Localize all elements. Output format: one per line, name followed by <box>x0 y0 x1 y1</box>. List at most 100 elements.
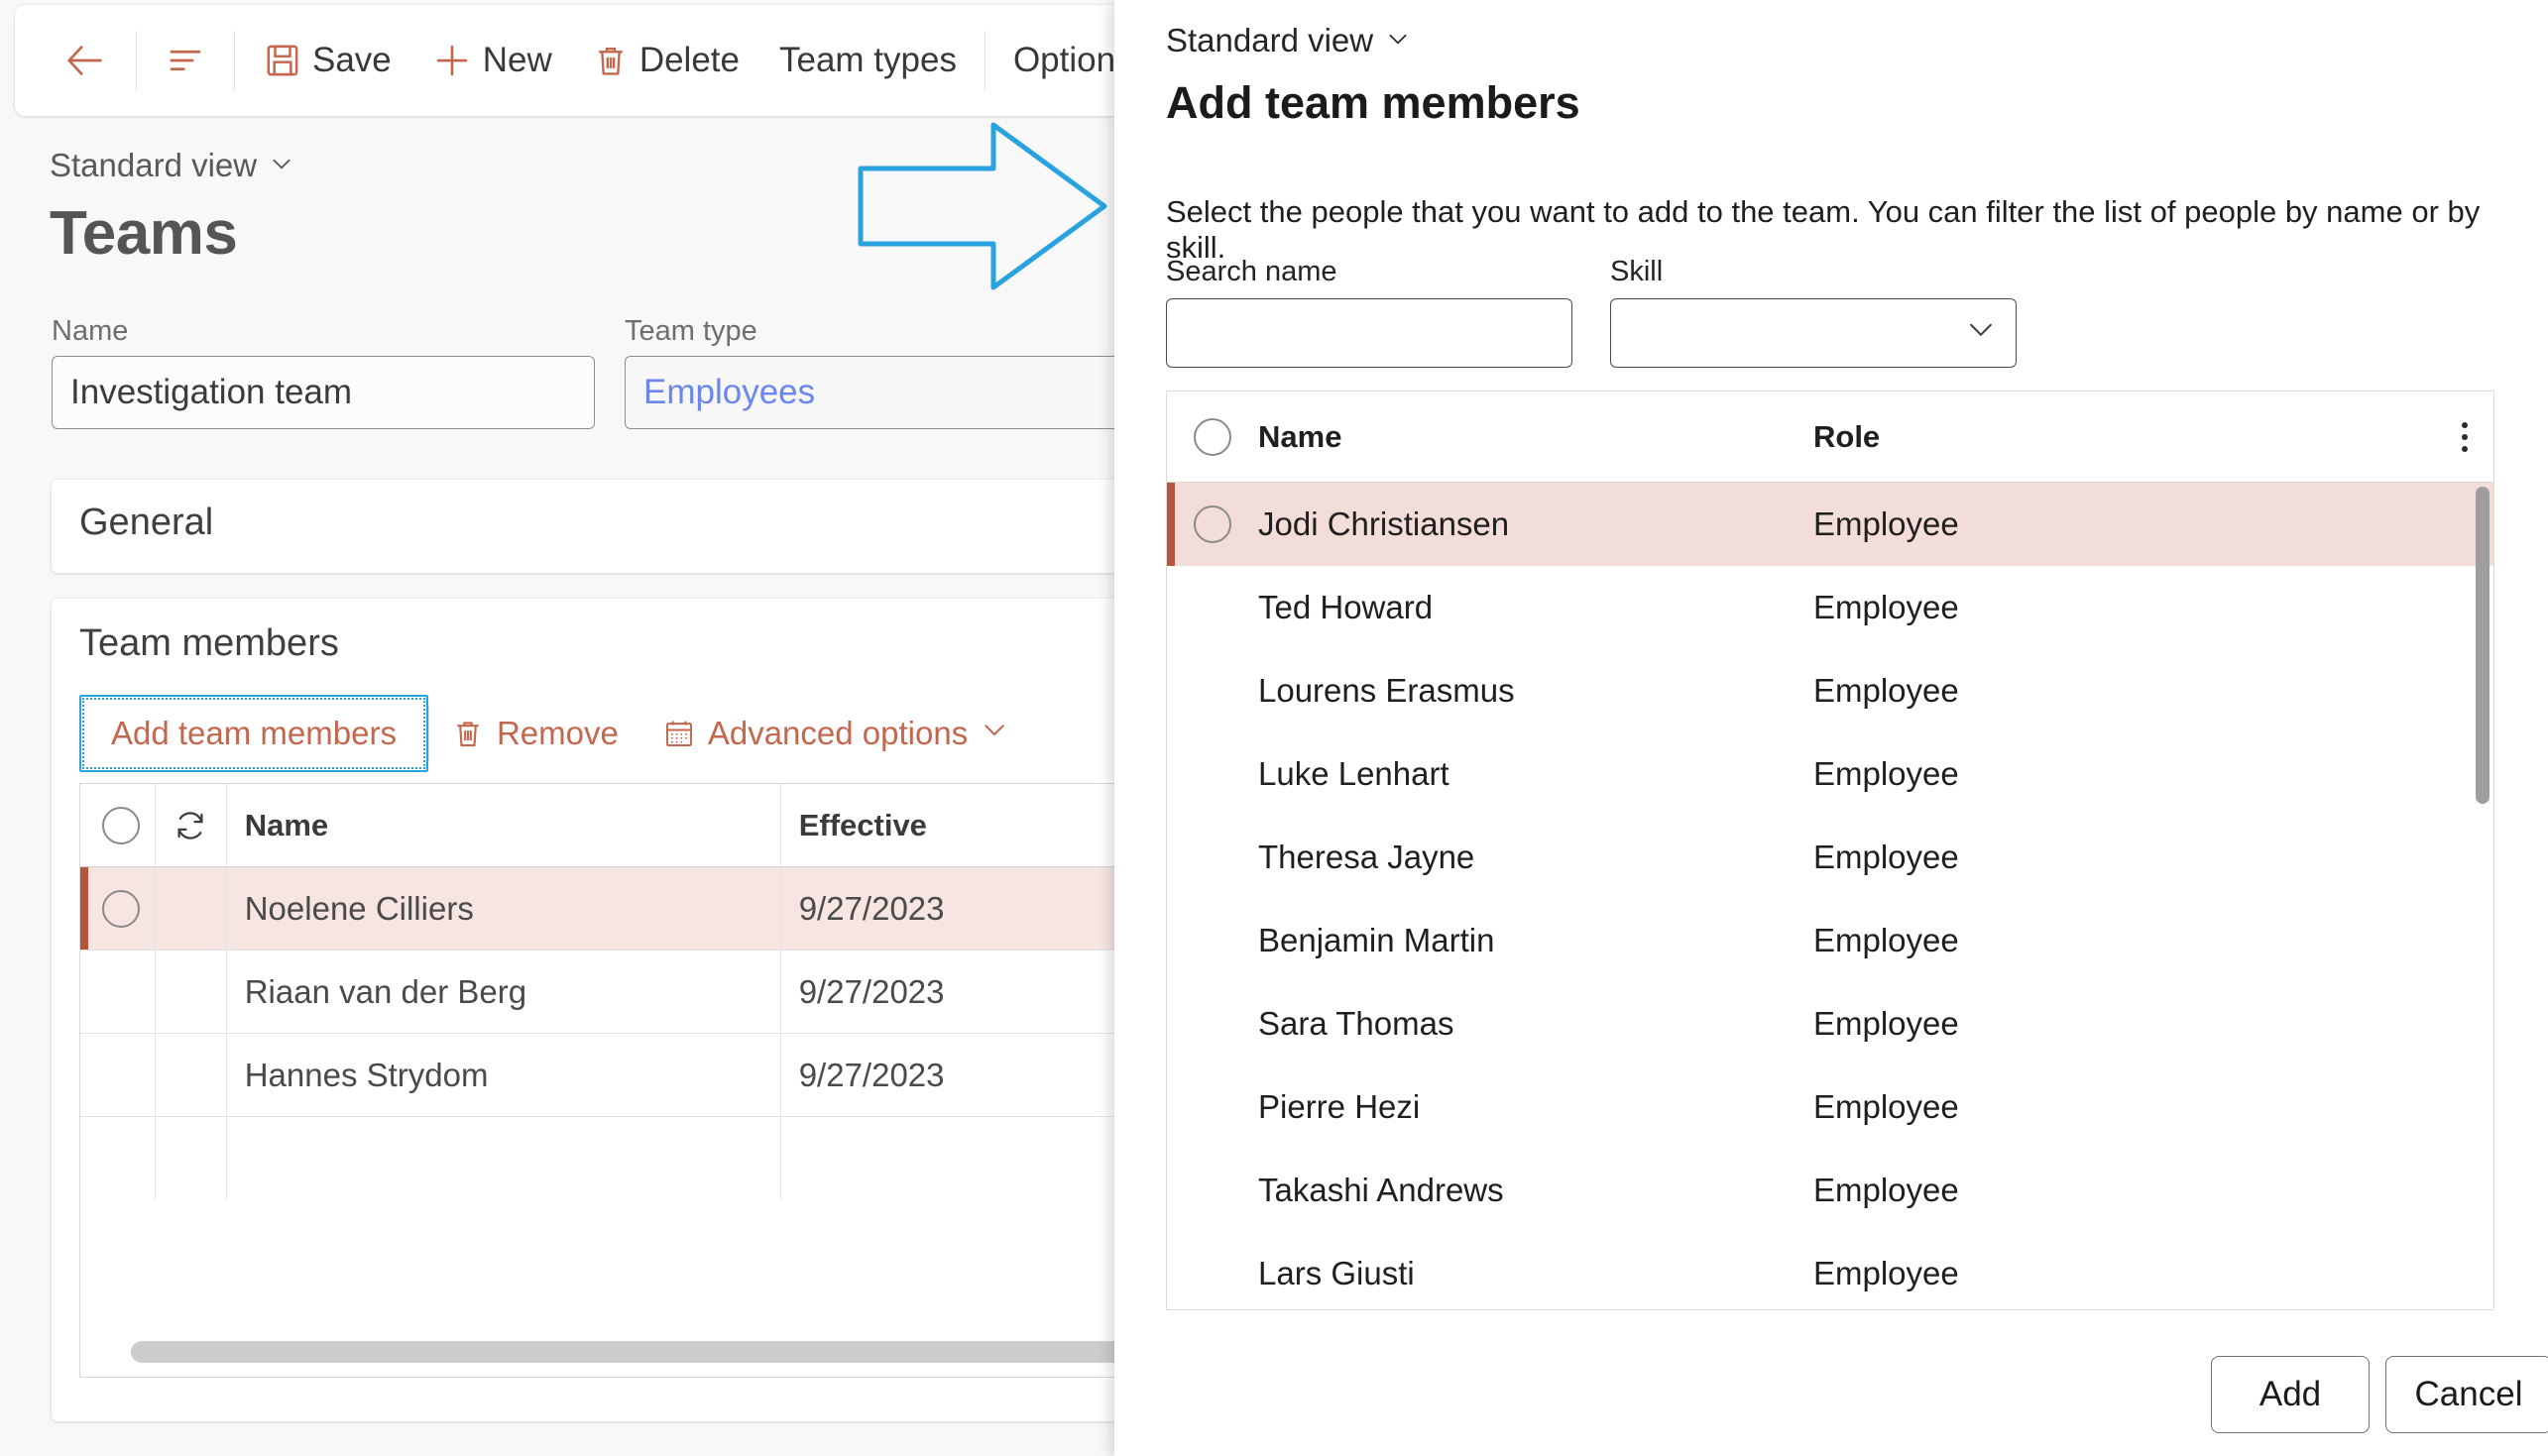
row-role: Employee <box>1813 505 1959 542</box>
list-item[interactable]: Takashi Andrews Employee <box>1167 1149 2493 1232</box>
team-members-section-title: Team members <box>79 622 339 664</box>
skill-select[interactable] <box>1610 298 2017 368</box>
list-item[interactable]: Luke Lenhart Employee <box>1167 732 2493 816</box>
row-effective: 9/27/2023 <box>798 972 945 1010</box>
back-arrow-icon <box>62 38 108 83</box>
plus-icon <box>431 40 473 81</box>
row-role: Employee <box>1813 755 1959 792</box>
grid-toolbar: Add team members Remove Advanced options <box>79 692 1031 775</box>
chevron-down-icon <box>269 147 294 184</box>
toolbar-divider <box>136 31 137 90</box>
row-name: Pierre Hezi <box>1258 1088 1421 1125</box>
more-options-icon[interactable] <box>2462 421 2468 452</box>
grid-col-effective[interactable]: Effective <box>781 784 1114 866</box>
people-col-name[interactable]: Name <box>1258 419 1813 455</box>
empty-cell <box>227 1117 781 1200</box>
people-list[interactable]: Name Role Jodi Christiansen Employee Ted… <box>1166 391 2494 1310</box>
team-members-section-card: Team members Add team members Remove Adv… <box>52 599 1114 1421</box>
add-team-members-button[interactable]: Add team members <box>79 695 428 772</box>
save-icon <box>263 41 302 80</box>
row-accent <box>80 1117 88 1200</box>
new-button[interactable]: New <box>411 24 572 97</box>
toolbar-divider-2 <box>234 31 235 90</box>
row-name: Takashi Andrews <box>1258 1172 1504 1208</box>
row-name: Lourens Erasmus <box>1258 672 1515 709</box>
row-radio[interactable] <box>88 951 156 1033</box>
grid-horizontal-scrollbar[interactable] <box>109 1339 1114 1365</box>
delete-label: Delete <box>638 41 740 79</box>
trash-icon <box>592 42 630 79</box>
select-all-radio[interactable] <box>88 784 156 866</box>
remove-button[interactable]: Remove <box>429 698 640 769</box>
row-name: Benjamin Martin <box>1258 922 1495 958</box>
filter-list-button[interactable] <box>145 24 226 97</box>
list-item[interactable]: Lourens Erasmus Employee <box>1167 649 2493 732</box>
list-item[interactable]: Benjamin Martin Employee <box>1167 899 2493 982</box>
row-accent <box>80 951 88 1033</box>
grid-header-row: Name Effective <box>80 784 1114 867</box>
row-accent <box>80 784 88 866</box>
people-col-role[interactable]: Role <box>1813 419 2493 455</box>
view-selector-label: Standard view <box>50 147 258 183</box>
row-radio[interactable] <box>88 867 156 950</box>
list-item[interactable]: Theresa Jayne Employee <box>1167 816 2493 899</box>
app-root: Save New Delete Team types Option Standa… <box>0 0 2548 1456</box>
save-button[interactable]: Save <box>243 24 411 97</box>
grid-col-name[interactable]: Name <box>227 784 781 866</box>
general-section-title: General <box>79 502 214 543</box>
row-effective: 9/27/2023 <box>798 1056 945 1093</box>
row-name: Jodi Christiansen <box>1258 505 1510 542</box>
list-item[interactable]: Sara Thomas Employee <box>1167 982 2493 1065</box>
empty-cell <box>156 1117 227 1200</box>
row-accent <box>1167 982 1175 1065</box>
list-item[interactable]: Jodi Christiansen Employee <box>1167 483 2493 566</box>
team-type-input[interactable]: Employees <box>625 356 1114 429</box>
row-radio[interactable] <box>88 1034 156 1116</box>
new-label: New <box>482 41 552 79</box>
search-name-field-group: Search name <box>1166 256 1572 368</box>
list-vertical-scrollbar[interactable] <box>2476 487 2490 804</box>
save-label: Save <box>312 41 392 79</box>
row-effective: 9/27/2023 <box>798 889 945 927</box>
list-item[interactable]: Pierre Hezi Employee <box>1167 1065 2493 1149</box>
cancel-button[interactable]: Cancel <box>2385 1356 2548 1433</box>
back-button[interactable] <box>43 24 128 97</box>
row-role: Employee <box>1813 1255 1959 1291</box>
chevron-down-icon <box>1385 22 1411 59</box>
advanced-options-label: Advanced options <box>707 715 969 751</box>
add-button[interactable]: Add <box>2211 1356 2370 1433</box>
table-row[interactable]: Riaan van der Berg 9/27/2023 <box>80 951 1114 1034</box>
trash-icon <box>451 717 485 750</box>
table-row[interactable]: Hannes Strydom 9/27/2023 <box>80 1034 1114 1117</box>
row-accent <box>1167 1149 1175 1232</box>
table-row[interactable]: Noelene Cilliers 9/27/2023 <box>80 867 1114 951</box>
name-input[interactable]: Investigation team <box>52 356 595 429</box>
page-title: Teams <box>50 199 238 268</box>
toolbar-divider-3 <box>984 31 985 90</box>
options-label: Options <box>1012 41 1114 79</box>
row-name: Riaan van der Berg <box>227 951 781 1033</box>
row-accent <box>80 867 88 950</box>
delete-button[interactable]: Delete <box>572 24 759 97</box>
view-selector[interactable]: Standard view <box>50 147 294 184</box>
list-item[interactable]: Ted Howard Employee <box>1167 566 2493 649</box>
row-radio[interactable] <box>1167 505 1258 543</box>
row-accent <box>1167 392 1175 482</box>
refresh-icon[interactable] <box>156 784 227 866</box>
advanced-options-button[interactable]: Advanced options <box>640 698 1031 769</box>
row-status-cell <box>156 951 227 1033</box>
list-item[interactable]: Lars Giusti Employee <box>1167 1232 2493 1309</box>
teams-form-page: Save New Delete Team types Option Standa… <box>0 0 1114 1456</box>
search-input[interactable] <box>1166 298 1572 368</box>
select-all-radio[interactable] <box>1167 417 1258 456</box>
team-members-grid[interactable]: Name Effective Noelene Cilliers 9/27/202… <box>79 783 1114 1378</box>
dialog-view-selector[interactable]: Standard view <box>1166 22 1411 59</box>
team-types-button[interactable]: Team types <box>759 24 977 97</box>
options-button[interactable]: Options <box>993 24 1114 97</box>
team-type-field-group: Team type Employees <box>625 315 1114 429</box>
calendar-icon <box>662 717 696 750</box>
row-role: Employee <box>1813 922 1959 958</box>
row-accent <box>1167 1232 1175 1309</box>
scrollbar-thumb[interactable] <box>131 1341 1114 1363</box>
chevron-down-icon[interactable] <box>1964 312 1998 354</box>
